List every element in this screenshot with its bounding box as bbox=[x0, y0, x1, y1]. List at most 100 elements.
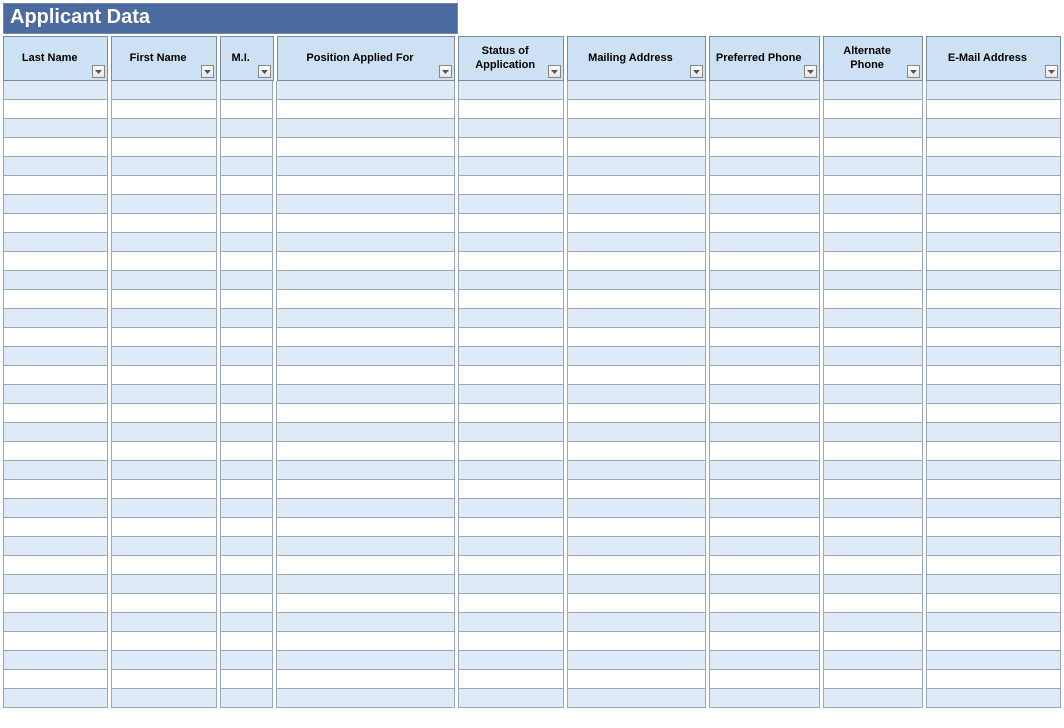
table-cell[interactable] bbox=[220, 404, 274, 423]
table-cell[interactable] bbox=[823, 252, 922, 271]
table-cell[interactable] bbox=[926, 271, 1061, 290]
table-cell[interactable] bbox=[3, 423, 108, 442]
table-cell[interactable] bbox=[458, 632, 563, 651]
table-cell[interactable] bbox=[926, 594, 1061, 613]
table-cell[interactable] bbox=[458, 176, 563, 195]
table-cell[interactable] bbox=[220, 518, 274, 537]
table-cell[interactable] bbox=[111, 556, 216, 575]
table-cell[interactable] bbox=[276, 214, 455, 233]
table-cell[interactable] bbox=[220, 309, 274, 328]
table-cell[interactable] bbox=[3, 309, 108, 328]
table-cell[interactable] bbox=[458, 594, 563, 613]
table-cell[interactable] bbox=[276, 442, 455, 461]
table-cell[interactable] bbox=[823, 556, 922, 575]
table-cell[interactable] bbox=[926, 556, 1061, 575]
table-cell[interactable] bbox=[926, 309, 1061, 328]
table-cell[interactable] bbox=[458, 100, 563, 119]
table-cell[interactable] bbox=[3, 537, 108, 556]
table-cell[interactable] bbox=[709, 290, 820, 309]
table-cell[interactable] bbox=[220, 442, 274, 461]
table-cell[interactable] bbox=[276, 651, 455, 670]
table-cell[interactable] bbox=[567, 119, 706, 138]
table-cell[interactable] bbox=[709, 385, 820, 404]
table-cell[interactable] bbox=[926, 518, 1061, 537]
table-cell[interactable] bbox=[3, 347, 108, 366]
table-cell[interactable] bbox=[458, 195, 563, 214]
table-cell[interactable] bbox=[276, 271, 455, 290]
table-cell[interactable] bbox=[709, 537, 820, 556]
table-cell[interactable] bbox=[567, 290, 706, 309]
table-cell[interactable] bbox=[276, 138, 455, 157]
table-cell[interactable] bbox=[823, 594, 922, 613]
table-cell[interactable] bbox=[3, 594, 108, 613]
table-cell[interactable] bbox=[926, 499, 1061, 518]
table-cell[interactable] bbox=[276, 480, 455, 499]
table-cell[interactable] bbox=[3, 404, 108, 423]
table-cell[interactable] bbox=[220, 176, 274, 195]
table-cell[interactable] bbox=[111, 366, 216, 385]
filter-dropdown-button[interactable] bbox=[690, 65, 703, 78]
column-header-status[interactable]: Status of Application bbox=[458, 36, 563, 81]
table-cell[interactable] bbox=[709, 157, 820, 176]
table-cell[interactable] bbox=[926, 689, 1061, 708]
table-cell[interactable] bbox=[926, 290, 1061, 309]
table-cell[interactable] bbox=[567, 195, 706, 214]
table-cell[interactable] bbox=[220, 499, 274, 518]
table-cell[interactable] bbox=[111, 442, 216, 461]
table-cell[interactable] bbox=[823, 309, 922, 328]
table-cell[interactable] bbox=[220, 537, 274, 556]
table-cell[interactable] bbox=[709, 670, 820, 689]
table-cell[interactable] bbox=[276, 423, 455, 442]
table-cell[interactable] bbox=[220, 651, 274, 670]
table-cell[interactable] bbox=[926, 404, 1061, 423]
table-cell[interactable] bbox=[709, 328, 820, 347]
table-cell[interactable] bbox=[567, 689, 706, 708]
table-cell[interactable] bbox=[3, 271, 108, 290]
table-cell[interactable] bbox=[458, 271, 563, 290]
table-cell[interactable] bbox=[3, 290, 108, 309]
table-cell[interactable] bbox=[458, 480, 563, 499]
table-cell[interactable] bbox=[567, 404, 706, 423]
table-cell[interactable] bbox=[276, 404, 455, 423]
table-cell[interactable] bbox=[458, 499, 563, 518]
table-cell[interactable] bbox=[220, 271, 274, 290]
table-cell[interactable] bbox=[823, 613, 922, 632]
table-cell[interactable] bbox=[220, 233, 274, 252]
table-cell[interactable] bbox=[926, 328, 1061, 347]
table-cell[interactable] bbox=[3, 689, 108, 708]
table-cell[interactable] bbox=[3, 632, 108, 651]
table-cell[interactable] bbox=[926, 632, 1061, 651]
table-cell[interactable] bbox=[276, 119, 455, 138]
table-cell[interactable] bbox=[276, 689, 455, 708]
table-cell[interactable] bbox=[709, 404, 820, 423]
table-cell[interactable] bbox=[567, 556, 706, 575]
table-cell[interactable] bbox=[926, 214, 1061, 233]
table-cell[interactable] bbox=[458, 119, 563, 138]
table-cell[interactable] bbox=[111, 290, 216, 309]
table-cell[interactable] bbox=[567, 157, 706, 176]
table-cell[interactable] bbox=[823, 404, 922, 423]
table-cell[interactable] bbox=[709, 309, 820, 328]
column-header-position[interactable]: Position Applied For bbox=[277, 36, 456, 81]
table-cell[interactable] bbox=[458, 366, 563, 385]
table-cell[interactable] bbox=[111, 404, 216, 423]
table-cell[interactable] bbox=[111, 81, 216, 100]
table-cell[interactable] bbox=[3, 328, 108, 347]
table-cell[interactable] bbox=[709, 594, 820, 613]
table-cell[interactable] bbox=[276, 290, 455, 309]
table-cell[interactable] bbox=[220, 670, 274, 689]
table-cell[interactable] bbox=[220, 138, 274, 157]
table-cell[interactable] bbox=[276, 176, 455, 195]
table-cell[interactable] bbox=[3, 366, 108, 385]
table-cell[interactable] bbox=[926, 385, 1061, 404]
table-cell[interactable] bbox=[823, 575, 922, 594]
table-cell[interactable] bbox=[823, 233, 922, 252]
table-cell[interactable] bbox=[3, 252, 108, 271]
table-cell[interactable] bbox=[3, 214, 108, 233]
table-cell[interactable] bbox=[3, 556, 108, 575]
table-cell[interactable] bbox=[567, 632, 706, 651]
table-cell[interactable] bbox=[709, 119, 820, 138]
table-cell[interactable] bbox=[111, 119, 216, 138]
table-cell[interactable] bbox=[709, 423, 820, 442]
table-cell[interactable] bbox=[709, 461, 820, 480]
